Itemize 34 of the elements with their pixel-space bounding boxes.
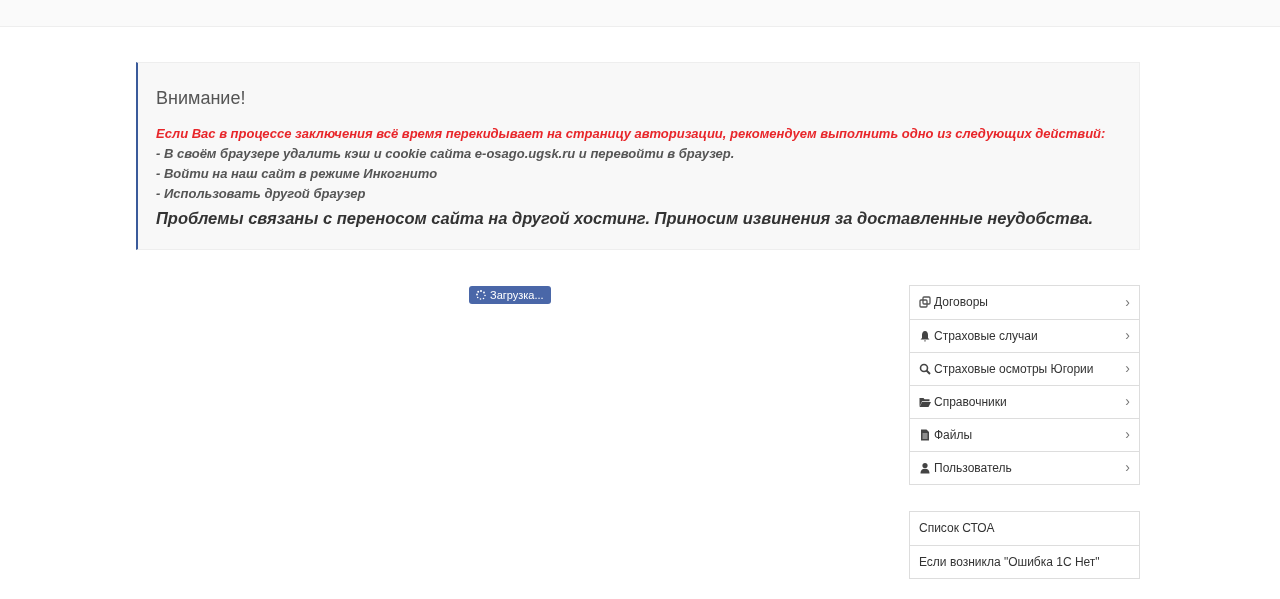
file-icon xyxy=(919,428,931,441)
menu-label: Страховые случаи xyxy=(934,327,1039,345)
link-item[interactable]: Если возникла "Ошибка 1С Нет" xyxy=(910,544,1139,578)
user-icon xyxy=(919,461,931,474)
menu-item[interactable]: Страховые случаи › xyxy=(910,318,1139,352)
bell-icon xyxy=(919,329,931,342)
alert-title: Внимание! xyxy=(156,87,247,110)
menu-item[interactable]: Страховые осмотры Югории › xyxy=(910,351,1139,385)
notice-text: Проблемы связаны с переносом сайта на другой хостинг. Приносим извинения за доставленные неудобства. xyxy=(156,208,1095,229)
menu-label: Файлы xyxy=(934,426,974,444)
instruction-text: - В своём браузере удалить кэш и cookie сайта e-osago.ugsk.ru и перевойти в браузер. xyxy=(156,145,736,163)
menu-item[interactable]: Файлы › xyxy=(910,417,1139,451)
folder-icon xyxy=(919,395,931,408)
instruction-text: - Использовать другой браузер xyxy=(156,185,367,203)
spinner-icon xyxy=(476,289,486,300)
chevron-icon: › xyxy=(1125,358,1130,380)
chevron-icon: › xyxy=(1125,291,1130,313)
chevron-icon: › xyxy=(1125,325,1130,347)
link-item[interactable]: Список СТОА xyxy=(910,511,1139,545)
copy-icon xyxy=(919,296,931,309)
warning-text: Если Вас в процессе заключения всё время перекидывает на страницу авторизации, рекомендуем выполнить одно из следующих действий: xyxy=(156,125,1107,143)
chevron-icon: › xyxy=(1125,424,1130,446)
menu-label: Договоры xyxy=(934,294,989,312)
instruction-text: - Войти на наш сайт в режиме Инкогнито xyxy=(156,165,439,183)
menu-label: Справочники xyxy=(934,393,1008,411)
loading-button[interactable]: Загрузка... xyxy=(469,285,551,304)
menu-label: Страховые осмотры Югории xyxy=(934,360,1095,378)
menu-label: Пользователь xyxy=(934,459,1013,477)
chevron-icon: › xyxy=(1125,391,1130,413)
menu-item[interactable]: Пользователь › xyxy=(910,450,1139,484)
menu-item[interactable]: Договоры › xyxy=(910,285,1139,319)
chevron-icon: › xyxy=(1125,457,1130,479)
search-icon xyxy=(919,362,931,375)
menu-item[interactable]: Справочники › xyxy=(910,384,1139,418)
